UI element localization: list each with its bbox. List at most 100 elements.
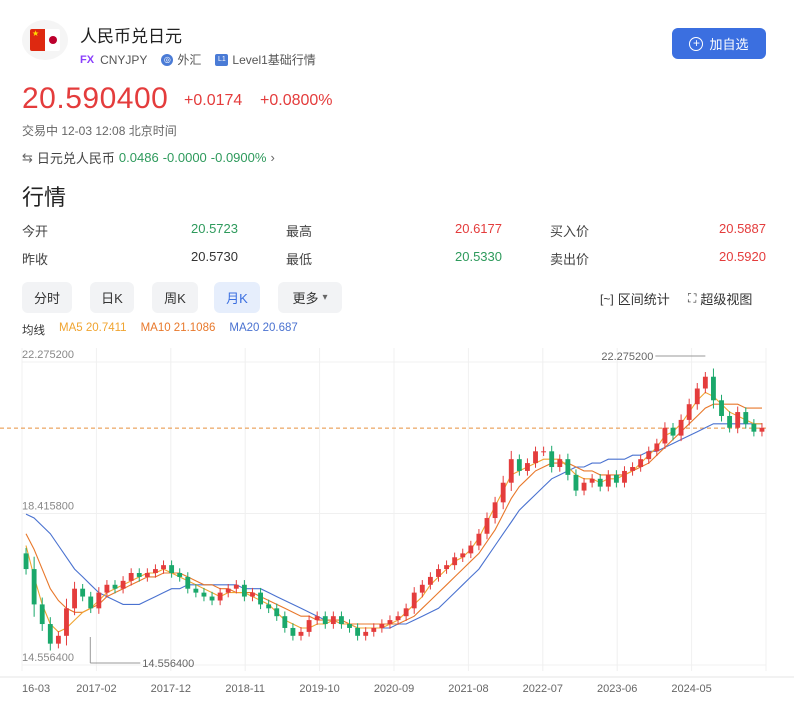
candle-body [339,616,344,625]
candle[interactable] [589,474,595,488]
candle[interactable] [185,572,191,594]
candle-body [290,627,296,636]
candle[interactable] [347,619,352,633]
candle[interactable] [371,623,377,637]
candle[interactable] [363,627,369,641]
ma-legend-title: 均线 [22,325,45,337]
candle[interactable] [452,552,458,570]
candle[interactable] [339,611,344,629]
candle[interactable] [727,411,733,433]
trading-status: 交易中 12-03 12:08 北京时间 [22,124,177,138]
candle[interactable] [622,466,627,488]
candle[interactable] [80,583,86,602]
candle[interactable] [694,383,700,410]
candle-body [395,616,401,621]
candle[interactable] [533,446,538,468]
add-watchlist-button[interactable]: + 加自选 [672,28,766,59]
candle[interactable] [565,453,571,481]
candle[interactable] [330,611,336,629]
candle-body [492,502,498,519]
candle[interactable] [444,560,449,574]
candle[interactable] [605,470,611,492]
candle[interactable] [516,454,522,476]
candle[interactable] [306,615,312,637]
candle[interactable] [298,627,304,641]
candle[interactable] [379,619,385,633]
candle[interactable] [282,611,288,633]
candle[interactable] [241,580,247,602]
candle[interactable] [355,623,361,641]
candle-body [225,588,231,593]
candle[interactable] [55,631,61,649]
candle[interactable] [557,454,563,472]
candle[interactable] [686,398,692,426]
candle[interactable] [411,587,417,614]
candle[interactable] [476,529,482,551]
candle[interactable] [144,568,150,582]
candle[interactable] [702,372,708,394]
stat-value-ask: 20.5920 [719,249,766,264]
candle[interactable] [525,458,530,476]
candle[interactable] [322,611,328,629]
candle[interactable] [581,478,587,496]
candle[interactable] [403,603,409,621]
super-view-button[interactable]: ⛶ 超级视图 [688,289,752,308]
candle[interactable] [597,474,603,492]
candle[interactable] [64,598,69,646]
candle[interactable] [630,462,635,476]
candle[interactable] [120,576,126,594]
candle[interactable] [613,470,619,488]
candle[interactable] [169,560,175,578]
candle[interactable] [508,450,514,491]
candle[interactable] [759,423,765,437]
candle[interactable] [274,603,280,621]
candle[interactable] [719,394,724,422]
tab-monthly-k[interactable]: 月K [214,282,260,313]
candle[interactable] [500,475,506,510]
candle[interactable] [258,587,263,610]
inverse-pair-link[interactable]: ⇆ 日元兑人民币 0.0486 -0.0000 -0.0900% › [22,148,275,167]
candle[interactable] [468,540,474,559]
candle[interactable] [541,446,547,457]
tab-intraday[interactable]: 分时 [22,282,72,313]
candle-body [427,576,433,585]
candle[interactable] [638,454,644,472]
candle[interactable] [711,368,716,409]
candle[interactable] [678,414,684,442]
candle[interactable] [484,512,490,540]
candle-body [444,565,449,570]
candle[interactable] [161,560,166,574]
candle[interactable] [39,597,45,631]
candle[interactable] [662,422,668,449]
tab-weekly-k[interactable]: 周K [152,282,198,313]
candle[interactable] [128,568,134,586]
candle[interactable] [735,406,741,434]
candle[interactable] [250,587,255,602]
tab-more[interactable]: 更多 ▾ [278,282,342,313]
candle[interactable] [549,445,555,473]
candlestick-chart[interactable]: 22.275200 18.415800 14.556400 16-03 2017-02 2… [0,340,794,713]
candle[interactable] [47,617,53,651]
candle-body [597,478,603,487]
candle[interactable] [225,583,231,598]
candle[interactable] [217,587,223,606]
candle[interactable] [31,556,37,617]
tab-daily-k[interactable]: 日K [90,282,134,313]
range-stats-button[interactable]: [~] 区间统计 [600,289,670,308]
candle[interactable] [72,581,77,616]
tab-more-label: 更多 [292,291,319,306]
candle-body [646,451,652,460]
candle[interactable] [290,623,296,641]
candle[interactable] [751,419,757,437]
category-label[interactable]: 外汇 [177,51,201,68]
candle[interactable] [88,591,94,614]
candle[interactable] [314,611,320,625]
candle[interactable] [743,407,749,429]
candle-body [282,616,288,628]
candle-body [217,592,223,601]
candle[interactable] [492,496,498,524]
candle[interactable] [460,548,466,563]
candle-body [153,569,158,574]
inverse-pair-label: 日元兑人民币 [36,151,115,166]
candle[interactable] [177,568,183,582]
